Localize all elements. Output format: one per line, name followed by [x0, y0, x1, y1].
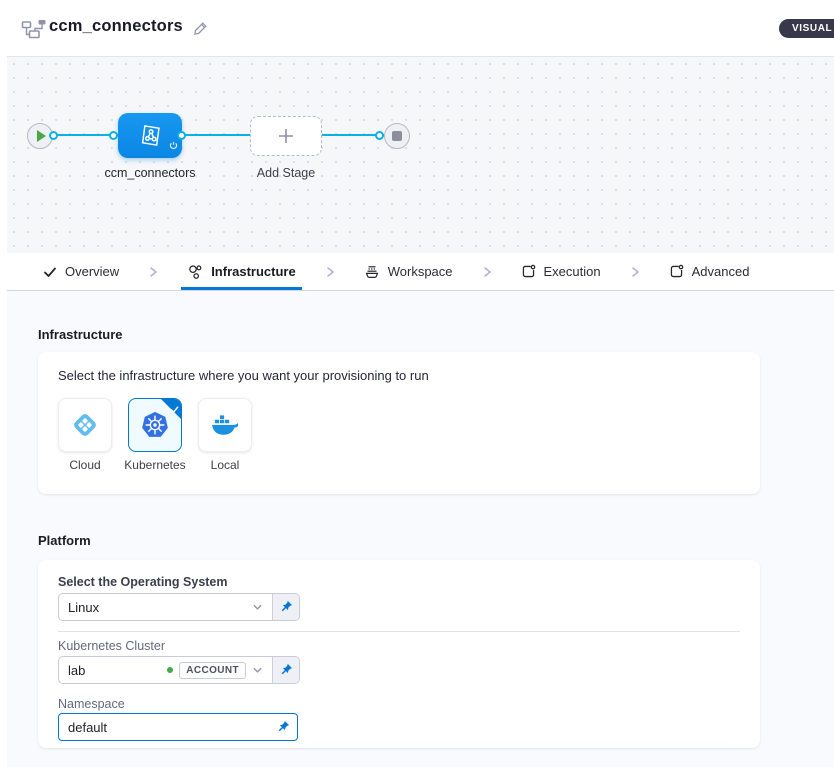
- platform-card: Select the Operating System Linux Kubern…: [38, 560, 760, 748]
- edit-pencil-icon[interactable]: [193, 21, 208, 41]
- chevron-down-icon: [252, 665, 263, 676]
- selected-check-icon: [170, 401, 179, 419]
- os-label: Select the Operating System: [58, 575, 228, 589]
- divider: [58, 631, 740, 632]
- tab-infrastructure[interactable]: Infrastructure: [181, 253, 302, 290]
- check-icon: [43, 265, 57, 279]
- pin-icon: [276, 720, 290, 734]
- execution-icon: [521, 264, 536, 279]
- plus-icon: [277, 127, 295, 145]
- stage-config-tabs: Overview Infrastructure Workspace: [7, 253, 834, 291]
- platform-heading: Platform: [38, 533, 91, 548]
- play-icon: [37, 130, 46, 142]
- connector-port: [49, 131, 58, 140]
- infra-option-kubernetes[interactable]: [128, 398, 182, 452]
- pin-icon: [279, 663, 293, 677]
- scope-badge: ACCOUNT: [179, 662, 246, 679]
- infrastructure-card: Select the infrastructure where you want…: [38, 352, 760, 494]
- infra-option-cloud[interactable]: [58, 398, 112, 452]
- add-stage-button[interactable]: [250, 116, 322, 156]
- cluster-select[interactable]: lab ACCOUNT: [59, 657, 272, 683]
- stage-node-ccm-connectors[interactable]: [118, 113, 182, 158]
- infra-option-local[interactable]: [198, 398, 252, 452]
- cluster-label: Kubernetes Cluster: [58, 639, 165, 653]
- stop-icon: [392, 131, 402, 141]
- namespace-label: Namespace: [58, 697, 125, 711]
- pipeline-studio-page: ccm_connectors VISUAL: [0, 0, 834, 767]
- workspace-icon: [364, 264, 380, 280]
- page-title: ccm_connectors: [49, 17, 183, 36]
- pin-icon: [279, 600, 293, 614]
- infrastructure-prompt: Select the infrastructure where you want…: [58, 368, 429, 383]
- connector-port: [177, 131, 186, 140]
- cloud-icon: [70, 410, 100, 440]
- pipeline-canvas[interactable]: ccm_connectors Add Stage: [7, 57, 834, 253]
- connectivity-status-dot: [167, 667, 173, 673]
- chevron-right-icon: [607, 253, 663, 290]
- chevron-right-icon: [302, 253, 358, 290]
- connector-port: [375, 131, 384, 140]
- stage-condition-icon: [169, 137, 178, 155]
- tab-execution[interactable]: Execution: [515, 253, 607, 290]
- tab-overview[interactable]: Overview: [37, 253, 125, 290]
- infrastructure-icon: [187, 264, 203, 280]
- os-fixed-value-pin-button[interactable]: [272, 594, 299, 620]
- tab-advanced[interactable]: Advanced: [663, 253, 756, 290]
- namespace-field-wrap: [58, 713, 298, 741]
- advanced-icon: [669, 264, 684, 279]
- cluster-select-group: lab ACCOUNT: [58, 656, 300, 684]
- end-node: [384, 123, 410, 149]
- infrastructure-heading: Infrastructure: [38, 327, 123, 342]
- namespace-fixed-value-pin-button[interactable]: [276, 720, 297, 734]
- connector-port: [109, 131, 118, 140]
- namespace-input[interactable]: [59, 720, 276, 735]
- infra-option-label: Local: [185, 458, 265, 472]
- provision-stage-icon: [137, 122, 164, 149]
- tab-workspace[interactable]: Workspace: [358, 253, 459, 290]
- os-select[interactable]: Linux: [59, 594, 272, 620]
- chevron-right-icon: [125, 253, 181, 290]
- pipeline-icon: [21, 19, 48, 44]
- chevron-right-icon: [459, 253, 515, 290]
- infra-option-label: Kubernetes: [115, 458, 195, 472]
- infrastructure-tab-content: Infrastructure Select the infrastructure…: [7, 291, 834, 767]
- cluster-fixed-value-pin-button[interactable]: [272, 657, 299, 683]
- header: ccm_connectors VISUAL: [7, 0, 834, 57]
- os-select-group: Linux: [58, 593, 300, 621]
- chevron-down-icon: [252, 602, 263, 613]
- docker-icon: [210, 412, 241, 439]
- add-stage-label: Add Stage: [206, 166, 366, 180]
- infra-option-label: Cloud: [45, 458, 125, 472]
- visual-yaml-toggle[interactable]: VISUAL: [779, 19, 834, 38]
